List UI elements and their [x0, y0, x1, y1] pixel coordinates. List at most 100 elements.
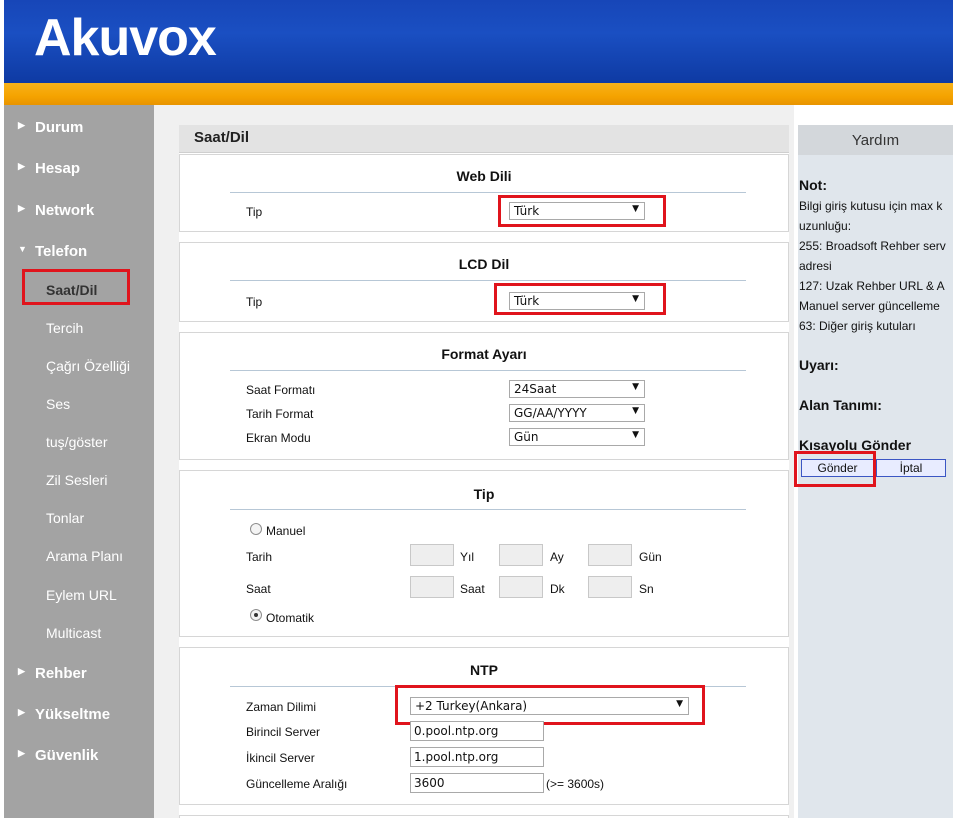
highlight-box: [395, 685, 705, 725]
guncelleme-araligi-hint: (>= 3600s): [546, 777, 605, 791]
caret-down-icon: ▼: [632, 430, 639, 440]
triangle-right-icon: ▶: [18, 748, 25, 758]
triangle-right-icon: ▶: [18, 120, 25, 130]
select-value: Gün: [514, 430, 539, 444]
tarih-label: Tarih: [246, 550, 273, 564]
sidebar-item-label: Durum: [35, 119, 84, 136]
lcd-dil-section: LCD Dil Tip Türk ▼: [179, 242, 789, 322]
page-title: Saat/Dil: [194, 129, 250, 146]
sidebar: ▶ Durum ▶ Hesap ▶ Network ▼ Telefon Saat…: [4, 105, 154, 818]
birincil-server-label: Birincil Server: [246, 725, 321, 739]
sidebar-item-label: Tonlar: [46, 510, 85, 526]
help-title-bar: Yardım: [798, 125, 953, 155]
divider: [230, 509, 746, 510]
saat-formati-select[interactable]: 24Saat ▼: [509, 380, 645, 398]
sidebar-item-yukseltme[interactable]: ▶ Yükseltme: [4, 704, 154, 728]
zaman-dilimi-label: Zaman Dilimi: [246, 700, 317, 714]
sidebar-item-saat-dil[interactable]: Saat/Dil: [4, 279, 154, 303]
manuel-radio[interactable]: [250, 523, 262, 535]
sidebar-item-label: Saat/Dil: [46, 282, 98, 298]
sidebar-item-label: Network: [35, 202, 95, 219]
sidebar-item-telefon[interactable]: ▼ Telefon: [4, 241, 154, 265]
guncelleme-araligi-label: Güncelleme Aralığı: [246, 777, 348, 791]
sidebar-item-tus-goster[interactable]: tuş/göster: [4, 431, 154, 455]
dk-input[interactable]: [499, 576, 543, 598]
divider: [230, 280, 746, 281]
divider: [230, 370, 746, 371]
sidebar-item-arama-plani[interactable]: Arama Planı: [4, 545, 154, 569]
page-title-bar: Saat/Dil: [179, 125, 789, 153]
sidebar-item-hesap[interactable]: ▶ Hesap: [4, 158, 154, 182]
sidebar-item-tonlar[interactable]: Tonlar: [4, 507, 154, 531]
sidebar-item-label: Yükseltme: [35, 706, 111, 723]
sidebar-item-label: Arama Planı: [46, 548, 124, 564]
yil-input[interactable]: [410, 544, 454, 566]
help-title: Yardım: [851, 132, 900, 149]
triangle-right-icon: ▶: [18, 707, 25, 717]
sn-input[interactable]: [588, 576, 632, 598]
alan-tanimi-heading: Alan Tanımı:: [799, 397, 882, 413]
otomatik-radio[interactable]: [250, 609, 262, 621]
manuel-label: Manuel: [266, 524, 306, 538]
sidebar-item-cagri-ozelligi[interactable]: Çağrı Özelliği: [4, 355, 154, 379]
ikincil-server-label: İkincil Server: [246, 751, 315, 765]
ekran-modu-label: Ekran Modu: [246, 431, 311, 445]
main-content: Saat/Dil Web Dili Tip Türk ▼ LCD Dil Tip: [154, 105, 794, 818]
uyari-heading: Uyarı:: [799, 357, 839, 373]
help-text-line: 63: Diğer giriş kutuları: [799, 319, 916, 333]
sidebar-item-eylem-url[interactable]: Eylem URL: [4, 584, 154, 608]
yil-label: Yıl: [460, 550, 475, 564]
ekran-modu-select[interactable]: Gün ▼: [509, 428, 645, 446]
button-label: İptal: [899, 461, 923, 475]
sidebar-item-ses[interactable]: Ses: [4, 393, 154, 417]
help-panel: Yardım Not: Bilgi giriş kutusu için max …: [794, 125, 953, 818]
sidebar-item-durum[interactable]: ▶ Durum: [4, 117, 154, 141]
akuvox-logo: Akuvox: [34, 9, 217, 67]
input-value: 3600: [414, 776, 445, 790]
format-ayari-section: Format Ayarı Saat Formatı 24Saat ▼ Tarih…: [179, 332, 789, 460]
triangle-right-icon: ▶: [18, 203, 25, 213]
help-text-line: uzunluğu:: [799, 219, 852, 233]
section-title: Web Dili: [456, 168, 512, 184]
sidebar-item-label: Eylem URL: [46, 587, 117, 603]
ay-label: Ay: [550, 550, 564, 564]
dk-label: Dk: [550, 582, 565, 596]
tip-section: Tip Manuel Tarih Yıl Ay Gün Saat Saat Dk…: [179, 470, 789, 637]
gun-input[interactable]: [588, 544, 632, 566]
ikincil-server-input[interactable]: 1.pool.ntp.org: [410, 747, 544, 767]
input-value: 1.pool.ntp.org: [414, 750, 499, 764]
sidebar-item-label: Hesap: [35, 160, 81, 177]
sidebar-item-tercih[interactable]: Tercih: [4, 317, 154, 341]
ay-input[interactable]: [499, 544, 543, 566]
help-text-line: 255: Broadsoft Rehber serv: [799, 239, 946, 253]
birincil-server-input[interactable]: 0.pool.ntp.org: [410, 721, 544, 741]
sidebar-item-label: Güvenlik: [35, 747, 99, 764]
caret-down-icon: ▼: [632, 382, 639, 392]
gun-label: Gün: [639, 550, 662, 564]
web-dili-tip-label: Tip: [246, 205, 263, 219]
select-value: GG/AA/YYYY: [514, 406, 587, 420]
ntp-section: NTP Zaman Dilimi +2 Turkey(Ankara) ▼ Bir…: [179, 647, 789, 805]
sidebar-item-guvenlik[interactable]: ▶ Güvenlik: [4, 745, 154, 769]
web-dili-section: Web Dili Tip Türk ▼: [179, 154, 789, 232]
help-text-line: 127: Uzak Rehber URL & A: [799, 279, 945, 293]
tarih-format-label: Tarih Format: [246, 407, 314, 421]
sidebar-item-network[interactable]: ▶ Network: [4, 200, 154, 224]
saat-input[interactable]: [410, 576, 454, 598]
input-value: 0.pool.ntp.org: [414, 724, 499, 738]
guncelleme-araligi-input[interactable]: 3600: [410, 773, 544, 793]
sidebar-item-label: Ses: [46, 396, 71, 412]
sidebar-item-rehber[interactable]: ▶ Rehber: [4, 663, 154, 687]
saat-unit-label: Saat: [460, 582, 485, 596]
tarih-format-select[interactable]: GG/AA/YYYY ▼: [509, 404, 645, 422]
saat-formati-label: Saat Formatı: [246, 383, 316, 397]
select-value: 24Saat: [514, 382, 557, 396]
iptal-button[interactable]: İptal: [876, 459, 946, 477]
highlight-box: [494, 283, 666, 315]
sidebar-item-multicast[interactable]: Multicast: [4, 622, 154, 646]
section-title: NTP: [470, 662, 498, 678]
sidebar-item-zil-sesleri[interactable]: Zil Sesleri: [4, 469, 154, 493]
section-title: LCD Dil: [458, 256, 510, 272]
divider: [230, 192, 746, 193]
sidebar-item-label: tuş/göster: [46, 434, 108, 450]
